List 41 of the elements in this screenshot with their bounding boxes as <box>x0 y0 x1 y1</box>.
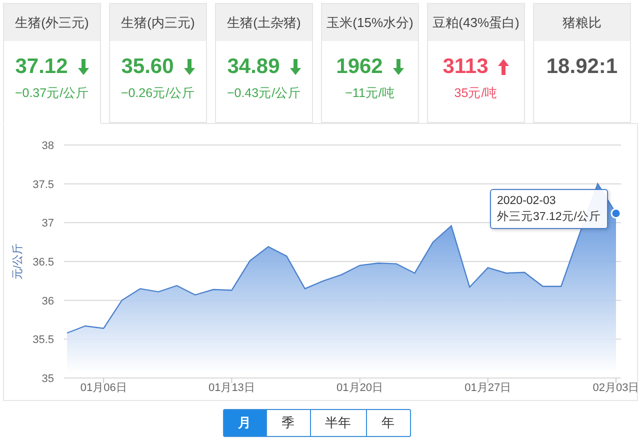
price-change: −0.37元/公斤 <box>14 85 90 102</box>
y-axis-label: 35.5 <box>32 334 54 346</box>
x-axis-label: 01月20日 <box>336 382 384 394</box>
card-title: 生猪(外三元) <box>4 4 100 41</box>
price-card[interactable]: 生猪(土杂猪) 34.89 −0.43元/公斤 <box>215 3 313 123</box>
price-value: 35.60 <box>121 55 174 79</box>
price-change: −0.26元/公斤 <box>120 85 196 102</box>
price-value: 37.12 <box>15 55 68 79</box>
card-title: 玉米(15%水分) <box>322 4 418 41</box>
x-axis-label: 01月27日 <box>464 382 512 394</box>
period-tab[interactable]: 年 <box>366 409 410 437</box>
y-axis-label: 36.5 <box>32 256 54 268</box>
card-title: 猪粮比 <box>534 4 630 41</box>
x-axis-label: 01月13日 <box>208 382 255 394</box>
y-axis-label: 35 <box>42 373 54 385</box>
period-tab[interactable]: 月 <box>222 409 266 437</box>
price-card[interactable]: 玉米(15%水分) 1962 −11元/吨 <box>321 3 419 123</box>
price-card[interactable]: 猪粮比 18.92:1 <box>533 3 631 123</box>
y-axis-title: 元/公斤 <box>12 243 24 280</box>
tooltip: 2020-02-03 外三元37.12元/公斤 <box>490 189 608 229</box>
y-axis-label: 38 <box>42 140 54 152</box>
card-title: 生猪(土杂猪) <box>216 4 312 41</box>
period-tab[interactable]: 季 <box>266 409 310 437</box>
x-axis-label: 01月06日 <box>80 382 127 394</box>
card-title: 豆粕(43%蛋白) <box>428 4 524 41</box>
period-tab[interactable]: 半年 <box>310 409 366 437</box>
price-change: −0.43元/公斤 <box>226 85 302 102</box>
price-value: 18.92:1 <box>546 55 618 79</box>
price-change: −11元/吨 <box>345 85 395 102</box>
price-value: 34.89 <box>227 55 280 79</box>
y-axis-label: 37 <box>42 218 54 230</box>
y-axis-label: 36 <box>42 295 54 308</box>
price-value: 1962 <box>336 55 383 79</box>
price-card[interactable]: 豆粕(43%蛋白) 3113 35元/吨 <box>427 3 525 123</box>
x-axis-label: 02月03日 <box>592 382 637 394</box>
price-card[interactable]: 生猪(外三元) 37.12 −0.37元/公斤 <box>3 3 101 124</box>
price-card[interactable]: 生猪(内三元) 35.60 −0.26元/公斤 <box>109 3 207 123</box>
card-title: 生猪(内三元) <box>110 4 206 41</box>
y-axis-label: 37.5 <box>32 178 54 191</box>
price-value: 3113 <box>442 55 488 79</box>
price-change: 35元/吨 <box>454 85 498 102</box>
